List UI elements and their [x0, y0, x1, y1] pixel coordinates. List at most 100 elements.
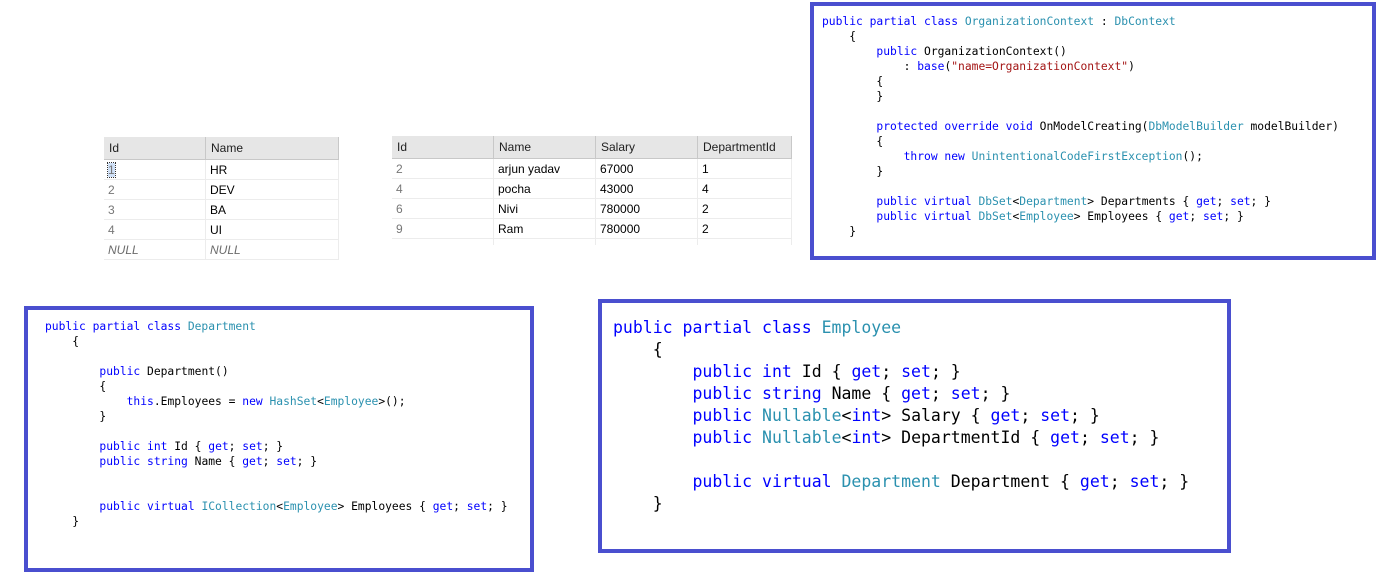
cell-salary[interactable]: 780000 — [595, 218, 698, 239]
code-text: Id { — [174, 440, 209, 453]
cell-name[interactable]: arjun yadav — [493, 158, 596, 179]
code-text: } — [45, 515, 80, 528]
column-header-name[interactable]: Name — [205, 137, 339, 160]
cell-salary[interactable]: 67000 — [595, 158, 698, 179]
cell-name[interactable]: HR — [205, 159, 339, 180]
code-keyword: throw new — [903, 150, 972, 163]
code-text: ; — [1109, 472, 1130, 491]
cell-name[interactable]: DEV — [205, 179, 339, 200]
departments-result-grid[interactable]: Id Name 1 HR 2 DEV 3 BA 4 UI NULL NULL — [104, 137, 339, 260]
code-keyword: public partial class — [822, 15, 965, 28]
table-row[interactable]: 2 arjun yadav 67000 1 — [392, 158, 792, 179]
code-keyword: get — [901, 384, 931, 403]
code-type-name: OrganizationContext — [964, 15, 1095, 28]
table-row[interactable]: 2 DEV — [104, 179, 339, 200]
code-line: public string Name { get; set; } — [613, 383, 1227, 405]
column-header-id[interactable]: Id — [392, 136, 494, 159]
column-header-departmentid[interactable]: DepartmentId — [697, 136, 792, 159]
employees-result-grid[interactable]: Id Name Salary DepartmentId 2 arjun yada… — [392, 136, 792, 245]
code-text: ; — [262, 455, 277, 468]
code-text: > Employees { — [337, 500, 433, 513]
code-keyword: set — [466, 500, 488, 513]
code-keyword: public virtual — [692, 472, 842, 491]
code-text: } — [822, 165, 884, 178]
cell-id[interactable]: 1 — [104, 159, 206, 180]
code-line: public partial class Department — [45, 319, 530, 334]
code-keyword: public int — [692, 362, 802, 381]
code-text: } — [822, 90, 884, 103]
code-type-name: DbSet — [978, 195, 1013, 208]
code-keyword: public string — [99, 455, 195, 468]
cell-name[interactable]: Ram — [493, 218, 596, 239]
cell-id[interactable]: 2 — [392, 158, 494, 179]
code-keyword: set — [1230, 195, 1251, 208]
cell-salary[interactable]: 780000 — [595, 198, 698, 219]
cell-departmentid[interactable]: 2 — [697, 198, 792, 219]
table-row[interactable]: 1 HR — [104, 159, 339, 180]
cell-id[interactable]: 3 — [104, 199, 206, 220]
cell-id[interactable]: 9 — [392, 218, 494, 239]
code-text: < — [841, 406, 852, 425]
code-keyword: set — [950, 384, 981, 403]
code-text: ; — [228, 440, 243, 453]
code-line: { — [613, 339, 1227, 361]
code-keyword: base — [917, 60, 945, 73]
cell-id[interactable]: 6 — [392, 198, 494, 219]
cell-salary[interactable]: 43000 — [595, 178, 698, 199]
table-row[interactable]: 3 BA — [104, 199, 339, 220]
organization-context-code: public partial class OrganizationContext… — [822, 14, 1372, 239]
code-type-name: Employee — [283, 500, 338, 513]
code-text: ; } — [262, 440, 284, 453]
cell-name[interactable]: pocha — [493, 178, 596, 199]
table-row-new[interactable]: NULL NULL — [104, 239, 339, 260]
code-keyword: int — [851, 406, 882, 425]
cell-id-null[interactable]: NULL — [104, 239, 206, 260]
code-keyword: public — [99, 365, 148, 378]
cell-name[interactable]: Nivi — [493, 198, 596, 219]
code-type-name: Department — [841, 472, 941, 491]
table-row[interactable]: 4 pocha 43000 4 — [392, 178, 792, 199]
code-keyword: get — [851, 362, 882, 381]
code-type-name: ICollection — [201, 500, 277, 513]
department-class-code: public partial class Department { public… — [45, 319, 530, 529]
code-line: throw new UnintentionalCodeFirstExceptio… — [822, 149, 1372, 164]
cell-departmentid[interactable]: 2 — [697, 218, 792, 239]
code-type-name: Department — [1019, 195, 1088, 208]
column-header-id[interactable]: Id — [104, 137, 206, 160]
table-row[interactable]: 4 UI — [104, 219, 339, 240]
table-row[interactable]: 6 Nivi 780000 2 — [392, 198, 792, 219]
cell-id[interactable]: 4 — [392, 178, 494, 199]
cell-name-null[interactable]: NULL — [205, 239, 339, 260]
cell-id[interactable]: 4 — [104, 219, 206, 240]
code-line: protected override void OnModelCreating(… — [822, 119, 1372, 134]
code-text: } — [822, 225, 857, 238]
cell-name[interactable]: UI — [205, 219, 339, 240]
code-keyword: get — [432, 500, 454, 513]
code-line: } — [822, 164, 1372, 179]
code-line: public virtual ICollection<Employee> Emp… — [45, 499, 530, 514]
code-line: public string Name { get; set; } — [45, 454, 530, 469]
cell-departmentid[interactable]: 1 — [697, 158, 792, 179]
cell-departmentid[interactable]: 4 — [697, 178, 792, 199]
table-row[interactable]: 9 Ram 780000 2 — [392, 218, 792, 239]
column-header-salary[interactable]: Salary — [595, 136, 698, 159]
empty-cell — [697, 238, 792, 245]
code-text: >(); — [378, 395, 406, 408]
code-type-name: Employee — [821, 318, 902, 337]
column-header-name[interactable]: Name — [493, 136, 596, 159]
code-keyword: get — [1168, 210, 1190, 223]
code-text: ; } — [296, 455, 318, 468]
cell-id[interactable]: 2 — [104, 179, 206, 200]
code-text: ; } — [980, 384, 1011, 403]
code-text: > Employees { — [1073, 210, 1169, 223]
code-line: public virtual DbSet<Department> Departm… — [822, 194, 1372, 209]
code-type-name: Employee — [1019, 210, 1074, 223]
cell-name[interactable]: BA — [205, 199, 339, 220]
code-text: ; — [930, 384, 951, 403]
code-line: public virtual DbSet<Employee> Employees… — [822, 209, 1372, 224]
selected-cell[interactable]: 1 — [107, 161, 116, 178]
